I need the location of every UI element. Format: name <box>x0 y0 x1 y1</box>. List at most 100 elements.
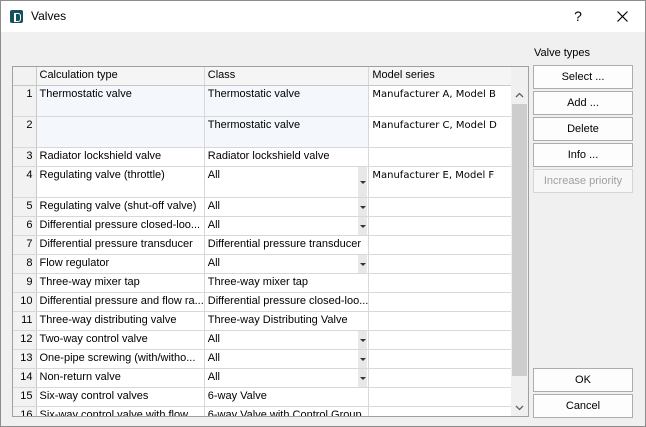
table-row[interactable]: 8 Flow regulator All <box>13 254 527 274</box>
class-cell-text: Three-way Distributing Valve <box>207 314 348 326</box>
class-cell-text: Thermostatic valve <box>207 88 301 100</box>
table-row[interactable]: 3 Radiator lockshield valve Radiator locks… <box>13 147 527 167</box>
table-row[interactable]: 10 Differential pressure and flow ra... Di… <box>13 292 527 312</box>
calculation-type-cell[interactable]: Six-way control valve with flow ... <box>36 406 205 416</box>
calculation-type-cell[interactable]: Regulating valve (throttle) <box>36 166 205 198</box>
calculation-type-cell[interactable]: Differential pressure and flow ra... <box>36 292 205 312</box>
select-button[interactable]: Select ... <box>533 65 633 89</box>
model-series-cell[interactable] <box>368 254 527 274</box>
column-header-class[interactable]: Class <box>204 67 370 86</box>
calculation-type-cell[interactable]: Six-way control valves <box>36 387 205 407</box>
vertical-scrollbar[interactable] <box>511 66 529 417</box>
class-cell[interactable]: All <box>204 216 370 236</box>
cancel-button[interactable]: Cancel <box>533 394 633 418</box>
chevron-down-icon <box>515 405 524 411</box>
dropdown-arrow-icon[interactable] <box>358 217 368 235</box>
valves-table: Calculation type Class Model series 1 The… <box>12 66 529 417</box>
delete-button[interactable]: Delete <box>533 117 633 141</box>
table-row[interactable]: 5 Regulating valve (shut-off valve) All <box>13 197 527 217</box>
model-series-cell[interactable] <box>368 292 527 312</box>
model-series-cell[interactable] <box>368 349 527 369</box>
model-series-cell[interactable] <box>368 147 527 167</box>
table-row[interactable]: 6 Differential pressure closed-loo... All <box>13 216 527 236</box>
class-cell[interactable]: All <box>204 254 370 274</box>
row-number: 11 <box>13 311 37 331</box>
table-row[interactable]: 4 Regulating valve (throttle) All Manufactu… <box>13 166 527 198</box>
help-button[interactable]: ? <box>561 3 595 30</box>
table-row[interactable]: 12 Two-way control valve All <box>13 330 527 350</box>
table-row[interactable]: 7 Differential pressure transducer Differe… <box>13 235 527 255</box>
row-number: 16 <box>13 406 37 416</box>
model-series-cell[interactable] <box>368 235 527 255</box>
calculation-type-cell[interactable]: Two-way control valve <box>36 330 205 350</box>
calculation-type-cell[interactable]: Three-way mixer tap <box>36 273 205 293</box>
class-cell[interactable]: 6-way Valve <box>204 387 370 407</box>
scroll-down-arrow[interactable] <box>511 399 528 416</box>
close-button[interactable] <box>605 3 639 30</box>
class-cell[interactable]: Differential pressure closed-loo... <box>204 292 370 312</box>
dropdown-arrow-icon[interactable] <box>358 167 368 197</box>
calculation-type-cell[interactable]: Regulating valve (shut-off valve) <box>36 197 205 217</box>
class-cell[interactable]: Three-way mixer tap <box>204 273 370 293</box>
model-series-cell[interactable] <box>368 368 527 388</box>
model-series-cell[interactable] <box>368 387 527 407</box>
dropdown-arrow-icon[interactable] <box>358 331 368 349</box>
scroll-thumb[interactable] <box>512 104 527 376</box>
class-cell-text: All <box>207 169 220 181</box>
dropdown-arrow-icon[interactable] <box>358 198 368 216</box>
dropdown-arrow-icon[interactable] <box>358 350 368 368</box>
table-row[interactable]: 14 Non-return valve All <box>13 368 527 388</box>
calculation-type-cell[interactable] <box>36 116 205 148</box>
add-button[interactable]: Add ... <box>533 91 633 115</box>
class-cell-text: Thermostatic valve <box>207 119 301 131</box>
dropdown-arrow-icon[interactable] <box>358 255 368 273</box>
table-row[interactable]: 13 One-pipe screwing (with/witho... All <box>13 349 527 369</box>
calculation-type-cell[interactable]: Radiator lockshield valve <box>36 147 205 167</box>
calculation-type-cell[interactable]: One-pipe screwing (with/witho... <box>36 349 205 369</box>
class-cell[interactable]: All <box>204 197 370 217</box>
calculation-type-cell[interactable]: Non-return valve <box>36 368 205 388</box>
table-row[interactable]: 11 Three-way distributing valve Three-way … <box>13 311 527 331</box>
class-cell[interactable]: All <box>204 349 370 369</box>
class-cell-text: All <box>207 333 220 345</box>
class-cell[interactable]: All <box>204 330 370 350</box>
calculation-type-cell[interactable]: Thermostatic valve <box>36 85 205 117</box>
model-series-cell[interactable] <box>368 216 527 236</box>
class-cell[interactable]: Thermostatic valve <box>204 116 370 148</box>
calculation-type-cell[interactable]: Three-way distributing valve <box>36 311 205 331</box>
ok-button[interactable]: OK <box>533 368 633 392</box>
table-row[interactable]: 9 Three-way mixer tap Three-way mixer tap <box>13 273 527 293</box>
column-header-model-series[interactable]: Model series <box>368 67 527 86</box>
class-cell[interactable]: Differential pressure transducer <box>204 235 370 255</box>
calculation-type-cell[interactable]: Differential pressure closed-loo... <box>36 216 205 236</box>
window-title: Valves <box>31 9 67 23</box>
model-series-cell[interactable] <box>368 330 527 350</box>
calculation-type-cell[interactable]: Flow regulator <box>36 254 205 274</box>
app-icon <box>10 10 23 23</box>
class-cell-text: Radiator lockshield valve <box>207 150 330 162</box>
class-cell[interactable]: Thermostatic valve <box>204 85 370 117</box>
class-cell[interactable]: 6-way Valve with Control Group <box>204 406 370 416</box>
info-button[interactable]: Info ... <box>533 143 633 167</box>
row-number: 12 <box>13 330 37 350</box>
model-series-cell[interactable]: Manufacturer C, Model D <box>368 116 527 148</box>
table-row[interactable]: 15 Six-way control valves 6-way Valve <box>13 387 527 407</box>
class-cell[interactable]: Radiator lockshield valve <box>204 147 370 167</box>
model-series-cell[interactable]: Manufacturer A, Model B <box>368 85 527 117</box>
calculation-type-cell[interactable]: Differential pressure transducer <box>36 235 205 255</box>
dropdown-arrow-icon[interactable] <box>358 369 368 387</box>
model-series-cell[interactable] <box>368 273 527 293</box>
column-header-calculation-type[interactable]: Calculation type <box>36 67 205 86</box>
table-row[interactable]: 1 Thermostatic valve Thermostatic valve Man… <box>13 85 527 117</box>
class-cell[interactable]: All <box>204 368 370 388</box>
model-series-cell[interactable]: Manufacturer E, Model F <box>368 166 527 198</box>
model-series-cell[interactable] <box>368 311 527 331</box>
model-series-cell[interactable] <box>368 406 527 416</box>
increase-priority-button[interactable]: Increase priority <box>533 169 633 193</box>
scroll-up-arrow[interactable] <box>511 87 528 104</box>
table-row[interactable]: 16 Six-way control valve with flow ... 6-w… <box>13 406 527 416</box>
class-cell[interactable]: All <box>204 166 370 198</box>
class-cell[interactable]: Three-way Distributing Valve <box>204 311 370 331</box>
model-series-cell[interactable] <box>368 197 527 217</box>
table-row[interactable]: 2 Thermostatic valve Manufacturer C, Model… <box>13 116 527 148</box>
